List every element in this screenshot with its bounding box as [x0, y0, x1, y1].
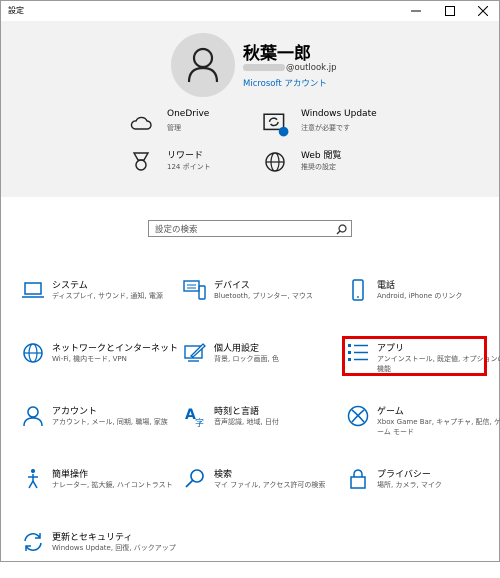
category-subtitle: Windows Update, 回復, バックアップ	[52, 544, 176, 552]
person-avatar-icon	[187, 47, 219, 83]
category-title: 簡単操作	[52, 470, 89, 480]
windows-update-icon	[263, 113, 289, 137]
quick-title: Web 閲覧	[301, 151, 342, 161]
title-bar: 設定	[1, 1, 499, 21]
category-subtitle: 音声認識, 地域, 日付	[214, 418, 279, 426]
category-title: ネットワークとインターネット	[52, 344, 179, 354]
category-subtitle: ナレーター, 拡大鏡, ハイコントラスト	[52, 481, 173, 489]
avatar[interactable]	[171, 33, 235, 97]
category-personalization[interactable]: 個人用設定 背景, ロック画面, 色	[183, 341, 341, 389]
quick-web-browsing[interactable]: Web 閲覧 推奨の設定	[263, 148, 433, 180]
quick-title: Windows Update	[301, 109, 377, 119]
minimize-button[interactable]	[401, 1, 431, 21]
category-time-language[interactable]: A 字 時刻と言語 音声認識, 地域, 日付	[183, 404, 341, 452]
refresh-icon	[24, 533, 42, 551]
close-icon	[478, 6, 488, 16]
category-gaming[interactable]: ゲーム Xbox Game Bar, キャプチャ, 配信, ゲーム モード	[346, 404, 500, 452]
microsoft-account-link[interactable]: Microsoft アカウント	[243, 77, 327, 89]
email-suffix: @outlook.jp	[286, 63, 337, 73]
category-phone[interactable]: 電話 Android, iPhone のリンク	[346, 278, 500, 326]
quick-subtitle: 注意が必要です	[301, 124, 350, 132]
devices-icon	[183, 280, 206, 300]
cloud-icon	[130, 116, 152, 130]
search-icon	[336, 224, 347, 235]
category-update-security[interactable]: 更新とセキュリティ Windows Update, 回復, バックアップ	[21, 530, 179, 578]
quick-title: リワード	[167, 151, 204, 161]
category-subtitle: Bluetooth, プリンター, マウス	[214, 292, 313, 300]
apps-highlight-box	[342, 336, 487, 376]
maximize-button[interactable]	[435, 1, 465, 21]
category-search[interactable]: 検索 マイ ファイル, アクセス許可の検索	[183, 467, 341, 515]
category-system[interactable]: システム ディスプレイ, サウンド, 通知, 電源	[21, 278, 179, 326]
svg-text:字: 字	[195, 417, 204, 428]
phone-icon	[352, 279, 364, 301]
globe-network-icon	[23, 343, 43, 363]
maximize-icon	[445, 6, 455, 16]
time-language-icon: A 字	[185, 407, 204, 428]
category-subtitle: Wi-Fi, 機内モード, VPN	[52, 355, 127, 363]
laptop-icon	[22, 282, 44, 298]
category-title: 検索	[214, 470, 233, 480]
category-privacy[interactable]: プライバシー 場所, カメラ, マイク	[346, 467, 500, 515]
quick-subtitle: 124 ポイント	[167, 163, 211, 171]
category-title: アカウント	[52, 407, 98, 417]
user-email: @outlook.jp	[243, 63, 337, 73]
category-subtitle: Android, iPhone のリンク	[377, 292, 463, 300]
category-devices[interactable]: デバイス Bluetooth, プリンター, マウス	[183, 278, 341, 326]
category-subtitle: アカウント, メール, 同期, 職場, 家族	[52, 418, 168, 426]
category-subtitle: 場所, カメラ, マイク	[377, 481, 442, 489]
close-button[interactable]	[468, 1, 498, 21]
category-network[interactable]: ネットワークとインターネット Wi-Fi, 機内モード, VPN	[21, 341, 179, 389]
personalization-icon	[184, 343, 206, 362]
globe-icon	[265, 152, 285, 172]
minimize-icon	[411, 10, 421, 12]
category-accounts[interactable]: アカウント アカウント, メール, 同期, 職場, 家族	[21, 404, 179, 452]
category-subtitle: Xbox Game Bar, キャプチャ, 配信, ゲーム モード	[377, 418, 500, 436]
category-title: ゲーム	[377, 407, 404, 417]
settings-search-input[interactable]: 設定の検索	[148, 220, 352, 237]
category-title: デバイス	[214, 281, 250, 291]
quick-subtitle: 推奨の設定	[301, 163, 336, 171]
category-subtitle: ディスプレイ, サウンド, 通知, 電源	[52, 292, 163, 300]
user-name: 秋葉一郎	[243, 44, 311, 64]
search-icon	[185, 469, 204, 488]
search-placeholder: 設定の検索	[155, 225, 198, 235]
category-subtitle: マイ ファイル, アクセス許可の検索	[214, 481, 326, 489]
account-header: 秋葉一郎 @outlook.jp Microsoft アカウント OneDriv…	[1, 21, 499, 197]
category-ease-of-access[interactable]: 簡単操作 ナレーター, 拡大鏡, ハイコントラスト	[21, 467, 179, 515]
category-title: 更新とセキュリティ	[52, 533, 133, 543]
quick-windows-update[interactable]: Windows Update 注意が必要です	[263, 109, 433, 141]
category-title: 個人用設定	[214, 344, 260, 354]
category-title: 時刻と言語	[214, 407, 260, 417]
window-title: 設定	[8, 6, 24, 15]
settings-window: 設定 秋葉一郎 @outlook.jp Microsoft アカウント OneD…	[0, 0, 500, 562]
quick-title: OneDrive	[167, 109, 210, 119]
quick-subtitle: 管理	[167, 124, 181, 132]
redacted-email-part	[243, 64, 285, 71]
accessibility-icon	[28, 469, 38, 489]
person-icon	[23, 406, 43, 427]
lock-icon	[350, 469, 366, 489]
category-title: プライバシー	[377, 470, 431, 480]
category-title: 電話	[377, 281, 396, 291]
medal-icon	[132, 152, 150, 171]
category-title: システム	[52, 281, 88, 291]
category-subtitle: 背景, ロック画面, 色	[214, 355, 279, 363]
xbox-icon	[347, 405, 369, 427]
